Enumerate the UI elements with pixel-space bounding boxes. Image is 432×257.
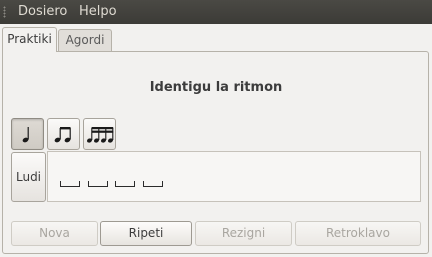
eighth-notes-button[interactable]	[47, 118, 80, 150]
play-button[interactable]: Ludi	[11, 152, 46, 202]
menu-dosiero[interactable]: Dosiero	[18, 4, 67, 20]
quarter-note-icon	[22, 127, 29, 143]
answer-slot	[60, 181, 80, 187]
repeat-button[interactable]: Ripeti	[100, 221, 192, 246]
menu-helpo[interactable]: Helpo	[79, 4, 117, 20]
quarter-note-button[interactable]	[11, 118, 44, 150]
eighth-notes-icon	[54, 127, 71, 143]
backspace-button[interactable]: Retroklavo	[295, 221, 421, 246]
answer-slot	[88, 181, 108, 187]
sixteenth-notes-icon	[86, 127, 114, 143]
menubar: Dosiero Helpo	[0, 0, 432, 24]
tab-agordi[interactable]: Agordi	[58, 29, 112, 51]
give-up-button[interactable]: Rezigni	[195, 221, 292, 246]
sixteenth-notes-button[interactable]	[83, 118, 116, 150]
exercise-title: Identigu la ritmon	[149, 80, 283, 95]
new-button[interactable]: Nova	[11, 221, 98, 246]
answer-slot	[143, 181, 163, 187]
answer-slot	[115, 181, 135, 187]
answer-area	[47, 151, 421, 202]
tab-praktiki[interactable]: Praktiki	[2, 27, 57, 52]
menubar-grip-icon	[3, 6, 6, 18]
